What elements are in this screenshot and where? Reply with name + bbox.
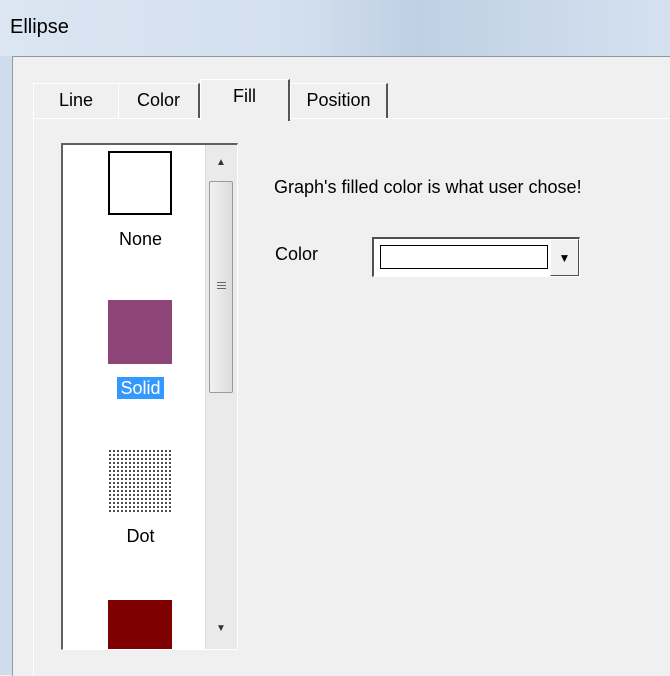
list-scrollbar[interactable]: ▲ ▼: [205, 145, 237, 649]
window-title: Ellipse: [10, 16, 69, 38]
tab-color-label: Color: [136, 90, 180, 110]
scroll-down-icon[interactable]: ▼: [216, 623, 226, 634]
tab-line[interactable]: Line: [33, 83, 120, 119]
scroll-up-icon[interactable]: ▲: [216, 157, 226, 168]
fill-label-none: None: [118, 229, 163, 249]
color-value-swatch: [380, 245, 548, 269]
tab-color[interactable]: Color: [118, 83, 200, 119]
fill-label-dot: Dot: [126, 526, 155, 546]
fill-style-list[interactable]: None Solid Dot ▲ ▼: [61, 143, 238, 650]
fill-label-solid: Solid: [117, 377, 164, 399]
tab-position-label: Position: [306, 90, 371, 110]
fill-swatch-none[interactable]: [108, 151, 172, 215]
color-label: Color: [275, 244, 319, 264]
tab-fill-label: Fill: [233, 86, 256, 106]
fill-description: Graph's filled color is what user chose!: [274, 177, 582, 197]
tab-line-label: Line: [58, 90, 94, 110]
tab-position[interactable]: Position: [290, 83, 388, 119]
fill-swatch-solid[interactable]: [108, 300, 172, 364]
tab-fill[interactable]: Fill: [200, 79, 290, 121]
fill-swatch-dark-red[interactable]: [108, 600, 172, 649]
chevron-down-icon[interactable]: ▼: [550, 239, 579, 276]
fill-label-solid-wrap: Solid: [63, 377, 218, 399]
scroll-thumb[interactable]: [209, 181, 233, 393]
title-bar: Ellipse: [0, 0, 670, 56]
fill-swatch-dot[interactable]: [108, 449, 172, 513]
window-frame: [0, 56, 12, 675]
color-dropdown[interactable]: ▼: [372, 237, 580, 277]
